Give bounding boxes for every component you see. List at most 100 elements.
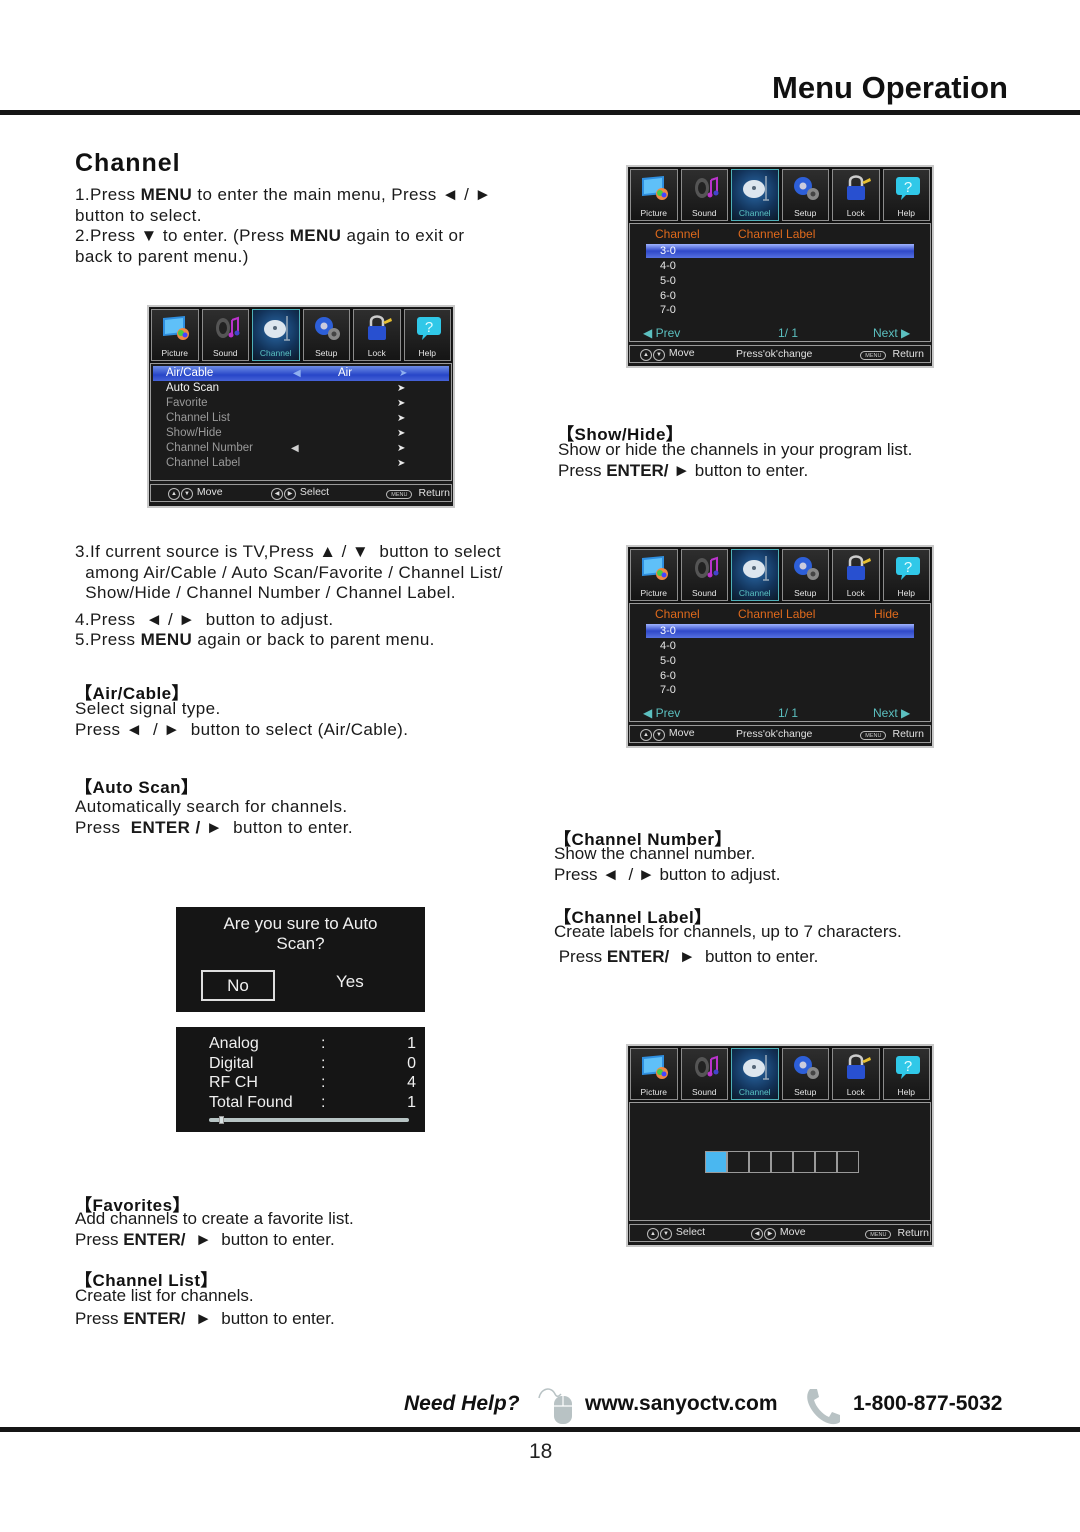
page-number: 18 — [529, 1440, 553, 1463]
osd-tab-picture[interactable]: Picture — [630, 169, 678, 221]
osd-tab-channel[interactable]: Channel — [731, 1048, 779, 1100]
osd-tab-lock[interactable]: Lock — [832, 1048, 880, 1100]
step-line: back to parent menu.) — [75, 246, 249, 266]
page-header-title: Menu Operation — [772, 70, 1008, 105]
channel-row[interactable]: 3-0 — [646, 244, 914, 258]
channel-row[interactable]: 5-0 — [646, 274, 914, 288]
channel-row[interactable]: 3-0 — [646, 624, 914, 638]
osd-tab-picture[interactable]: Picture — [630, 1048, 678, 1100]
arrow-right-icon[interactable]: ➤ — [399, 366, 407, 381]
scan-row-digital: Digital:0 — [209, 1055, 416, 1072]
osd-tab-sound[interactable]: Sound — [680, 169, 728, 221]
osd-tab-picture[interactable]: Picture — [630, 549, 678, 601]
osd-tab-channel[interactable]: Channel — [731, 549, 779, 601]
menu-item-favorite[interactable]: Favorite ➤ — [151, 396, 451, 411]
prev-page-button[interactable]: ◀ Prev — [643, 706, 680, 720]
air-cable-text: Select signal type. Press ◄ / ► button t… — [75, 699, 409, 739]
osd-tab-channel[interactable]: Channel — [252, 309, 300, 361]
osd-tab-label: Channel — [738, 1087, 771, 1097]
label-character-box[interactable] — [793, 1151, 815, 1173]
svg-text:?: ? — [903, 559, 911, 576]
osd-tab-help[interactable]: ? Help — [882, 549, 930, 601]
osd-tab-setup[interactable]: Setup — [302, 309, 350, 361]
channel-row[interactable]: 7-0 — [646, 683, 914, 697]
menu-key-icon: MENU — [865, 1230, 892, 1239]
osd-tab-bar: Picture Sound Channel Setup Lock ? Help — [150, 308, 452, 363]
sound-icon — [694, 1055, 718, 1077]
menu-key-icon: MENU — [386, 490, 413, 499]
yes-button[interactable]: Yes — [336, 972, 364, 992]
osd-footer: ▲ ▼ Move ◀ ▶ Select MENU Return — [150, 484, 452, 502]
channel-row[interactable]: 7-0 — [646, 303, 914, 317]
arrow-left-icon[interactable]: ◀ — [293, 366, 301, 381]
osd-tab-picture[interactable]: Picture — [151, 309, 199, 361]
menu-item-channel-label[interactable]: Channel Label ➤ — [151, 456, 451, 471]
osd-tab-label: Picture — [640, 208, 667, 218]
step-line: 1.Press MENU to enter the main menu, Pre… — [75, 185, 492, 204]
osd-tab-lock[interactable]: Lock — [353, 309, 401, 361]
osd-footer: ▲ ▼ Select ◀ ▶ Move MENU Return — [629, 1224, 931, 1242]
channel-row[interactable]: 4-0 — [646, 639, 914, 653]
menu-item-air-cable[interactable]: Air/Cable ◀ Air ➤ — [153, 366, 449, 381]
channel-row[interactable]: 6-0 — [646, 289, 914, 303]
hint-move: ▲ ▼ Move — [640, 727, 695, 741]
svg-text:?: ? — [903, 179, 911, 196]
channel-row[interactable]: 4-0 — [646, 259, 914, 273]
down-button-icon: ▼ — [181, 488, 193, 500]
osd-tab-label: Help — [897, 588, 915, 598]
down-button-icon: ▼ — [660, 1228, 672, 1240]
support-website-link[interactable]: www.sanyoctv.com — [585, 1392, 778, 1416]
label-character-box[interactable] — [705, 1151, 727, 1173]
osd-tab-lock[interactable]: Lock — [832, 549, 880, 601]
channel-row[interactable]: 5-0 — [646, 654, 914, 668]
osd-tab-label: Sound — [691, 1087, 717, 1097]
menu-item-channel-number[interactable]: Channel Number ◀ ➤ — [151, 441, 451, 456]
osd-tab-setup[interactable]: Setup — [781, 1048, 829, 1100]
osd-tab-label: Help — [897, 208, 915, 218]
osd-tab-sound[interactable]: Sound — [680, 549, 728, 601]
osd-tab-help[interactable]: ? Help — [882, 169, 930, 221]
no-button[interactable]: No — [201, 970, 275, 1001]
setup-icon — [793, 1056, 819, 1079]
sound-icon — [215, 316, 239, 338]
hint-move: ▲ ▼ Move — [640, 347, 695, 361]
osd-list-body: Channel Channel Label Hide 3-0 4-0 5-0 6… — [629, 603, 931, 722]
page-indicator: 1/ 1 — [778, 326, 799, 340]
column-header-channel: Channel — [655, 607, 700, 621]
prev-page-button[interactable]: ◀ Prev — [643, 326, 680, 340]
label-character-box[interactable] — [815, 1151, 837, 1173]
next-page-button[interactable]: Next ▶ — [873, 326, 910, 340]
column-header-hide: Hide — [874, 607, 899, 621]
section-title: Channel — [75, 149, 181, 177]
step-line: button to select. — [75, 205, 202, 225]
label-character-box[interactable] — [837, 1151, 859, 1173]
chevron-right-icon: ➤ — [397, 398, 406, 409]
osd-tab-help[interactable]: ? Help — [882, 1048, 930, 1100]
osd-tab-setup[interactable]: Setup — [781, 549, 829, 601]
hint-select: ▲ ▼ Select — [647, 1226, 705, 1240]
favorites-text: Add channels to create a favorite list. … — [75, 1209, 354, 1249]
osd-menu-body: Air/Cable ◀ Air ➤ Auto Scan ➤ Favorite ➤ C… — [150, 363, 452, 481]
svg-text:?: ? — [903, 1058, 911, 1075]
osd-tab-sound[interactable]: Sound — [201, 309, 249, 361]
channel-row[interactable]: 6-0 — [646, 669, 914, 683]
sound-icon — [694, 176, 718, 198]
channel-icon — [264, 316, 290, 341]
menu-item-show-hide[interactable]: Show/Hide ➤ — [151, 426, 451, 441]
osd-tab-channel[interactable]: Channel — [731, 169, 779, 221]
menu-item-auto-scan[interactable]: Auto Scan ➤ — [151, 381, 451, 396]
osd-tab-label: Lock — [846, 208, 865, 218]
hint-change: Press'ok'change — [736, 728, 813, 740]
show-hide-text: Show or hide the channels in your progra… — [558, 440, 913, 480]
osd-tab-help[interactable]: ? Help — [403, 309, 451, 361]
osd-tab-sound[interactable]: Sound — [680, 1048, 728, 1100]
label-character-box[interactable] — [771, 1151, 793, 1173]
next-page-button[interactable]: Next ▶ — [873, 706, 910, 720]
menu-key-icon: MENU — [860, 731, 887, 740]
osd-tab-lock[interactable]: Lock — [832, 169, 880, 221]
osd-tab-setup[interactable]: Setup — [781, 169, 829, 221]
label-character-box[interactable] — [749, 1151, 771, 1173]
label-character-box[interactable] — [727, 1151, 749, 1173]
menu-item-channel-list[interactable]: Channel List ➤ — [151, 411, 451, 426]
scan-progress-knob — [219, 1116, 224, 1124]
